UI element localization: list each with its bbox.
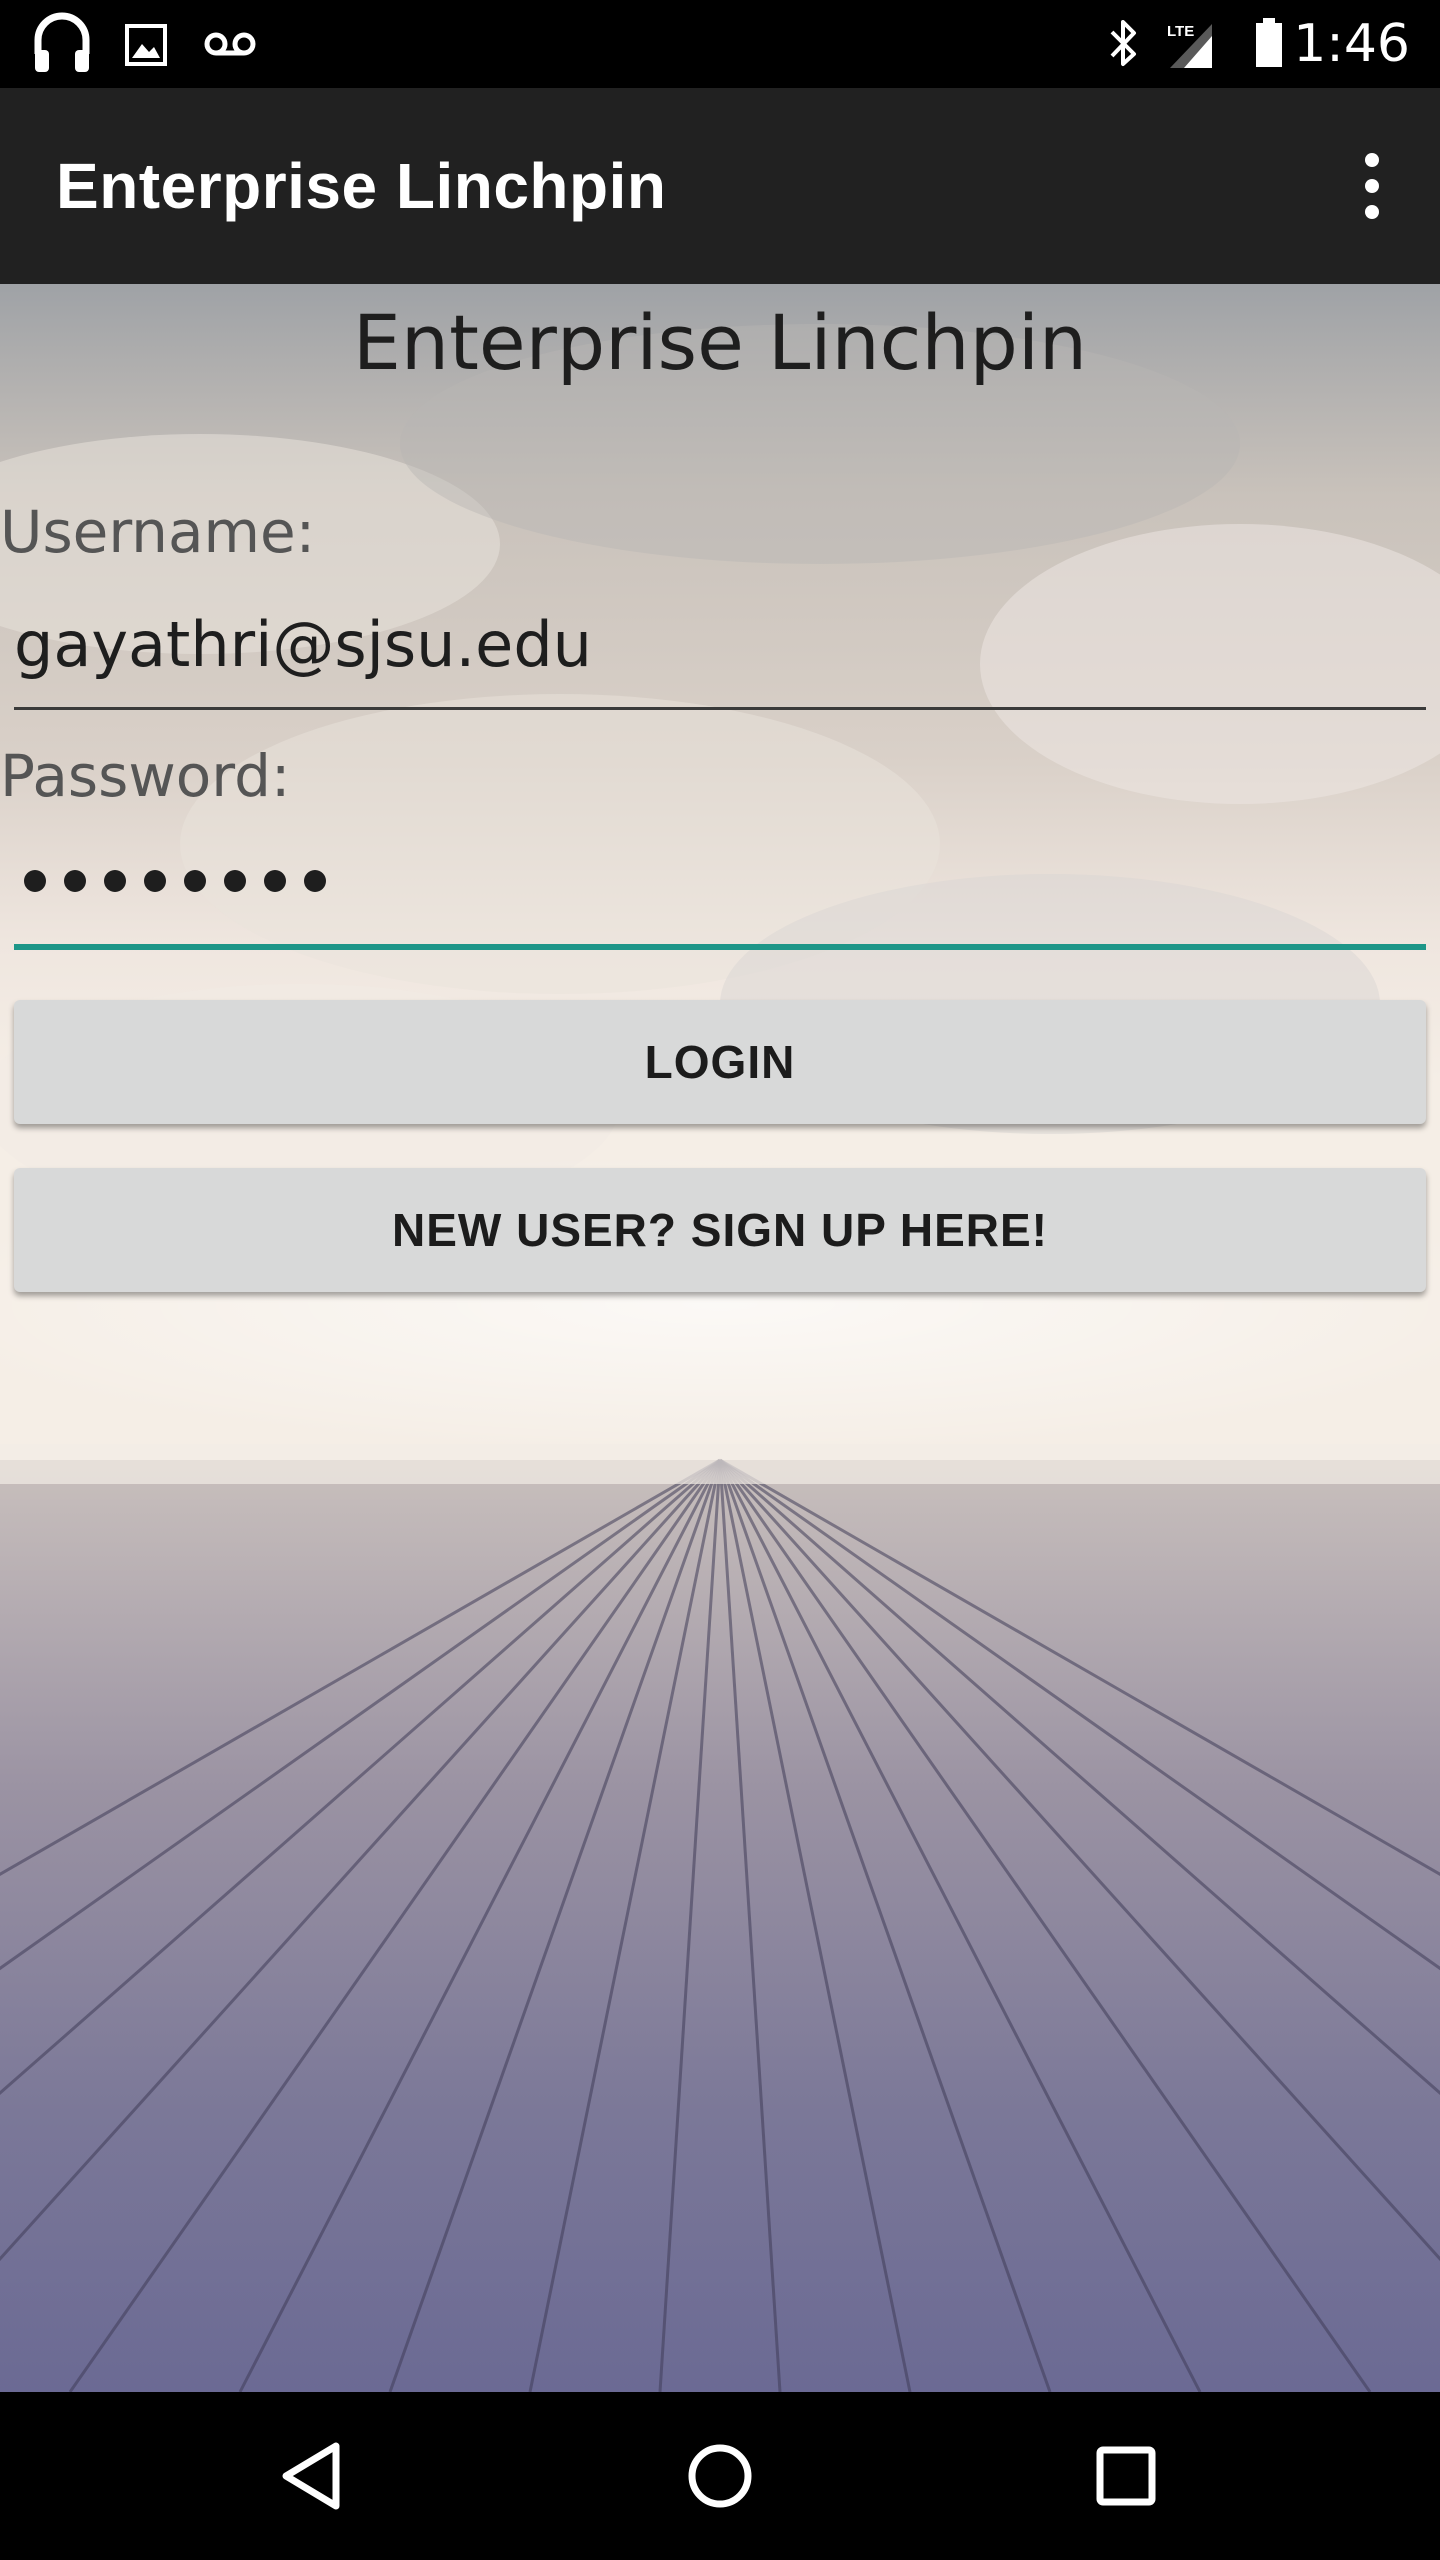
cellular-signal-icon: LTE [1164,0,1214,88]
username-field[interactable]: gayathri@sjsu.edu [14,600,1426,710]
status-bar: LTE 1:46 [0,0,1440,88]
password-dot [184,870,206,892]
password-dot [264,870,286,892]
app-title: Enterprise Linchpin [56,150,667,222]
password-dot [24,870,46,892]
recents-icon[interactable] [1074,2426,1174,2526]
password-dot [104,870,126,892]
home-icon[interactable] [670,2426,770,2526]
headphones-icon [30,0,94,88]
password-dot [144,870,166,892]
page-heading: Enterprise Linchpin [352,298,1088,387]
bluetooth-icon [1106,0,1142,88]
image-icon [124,0,168,88]
back-icon[interactable] [264,2426,364,2526]
login-content: Enterprise Linchpin Username: gayathri@s… [0,284,1440,2392]
status-time: 1:46 [1293,14,1410,74]
overflow-menu-icon[interactable] [1332,138,1412,234]
username-underline [14,707,1426,710]
username-label: Username: [0,498,316,566]
password-dot [304,870,326,892]
password-dot [64,870,86,892]
username-value: gayathri@sjsu.edu [14,608,592,681]
navigation-bar [0,2392,1440,2560]
network-type-label: LTE [1167,23,1194,40]
password-masked-value [24,870,326,892]
signup-button[interactable]: NEW USER? SIGN UP HERE! [14,1168,1426,1292]
password-label: Password: [0,742,291,810]
password-dot [224,870,246,892]
battery-icon [1252,0,1286,88]
password-underline [14,944,1426,950]
login-button[interactable]: LOGIN [14,1000,1426,1124]
screen: LTE 1:46 Enterprise Linchpin Enterprise … [0,0,1440,2560]
voicemail-icon [202,0,258,88]
password-field[interactable] [14,840,1426,950]
app-bar: Enterprise Linchpin [0,88,1440,284]
